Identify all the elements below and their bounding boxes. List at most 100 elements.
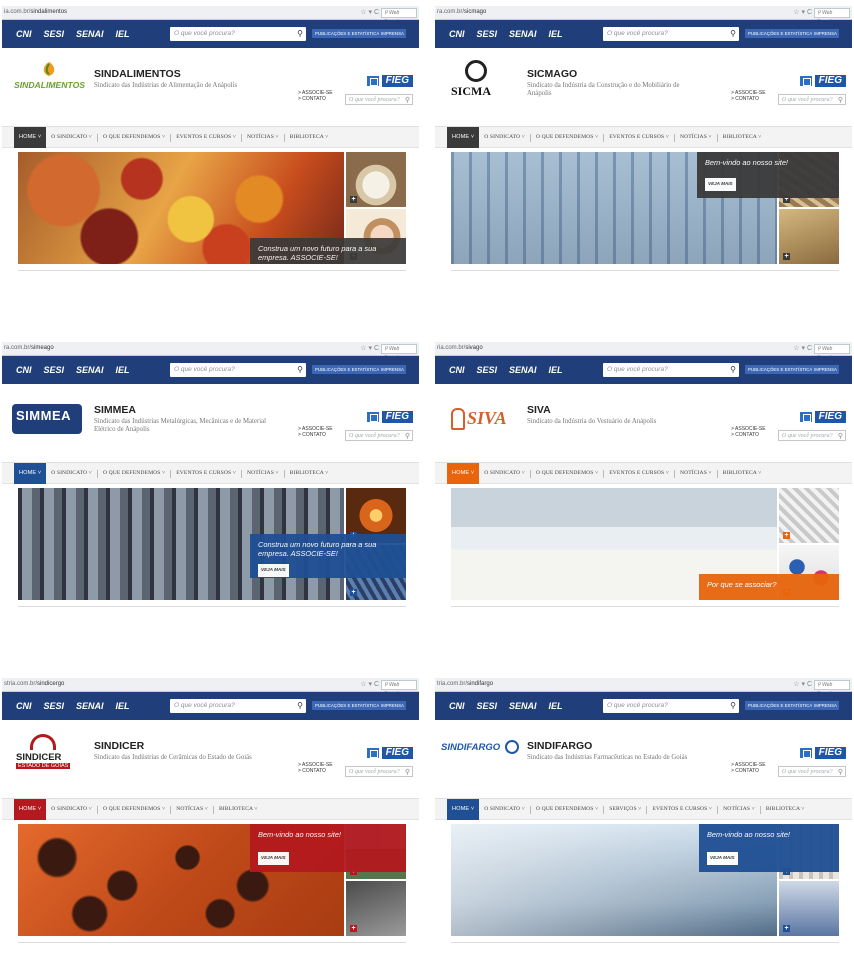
- hero-thumbnail[interactable]: +: [779, 209, 839, 264]
- plus-icon[interactable]: +: [350, 925, 357, 932]
- site-search-input[interactable]: O que você procura? ⚲: [603, 27, 739, 41]
- contato-link[interactable]: > CONTATO: [298, 96, 333, 102]
- fieg-logo[interactable]: FIEG: [799, 411, 846, 423]
- search-icon[interactable]: ⚲: [297, 699, 303, 713]
- more-button[interactable]: VEJA MAIS: [258, 852, 289, 865]
- brand-link-cni[interactable]: CNI: [449, 365, 465, 375]
- contato-link[interactable]: > CONTATO: [731, 432, 766, 438]
- reload-icon[interactable]: ☆ ▾ C: [360, 8, 379, 16]
- hero-slider[interactable]: ++Bem-vindo ao nosso site!VEJA MAIS: [18, 824, 406, 936]
- header-search-input[interactable]: O que você procura? ⚲: [345, 94, 413, 105]
- search-icon[interactable]: ⚲: [297, 27, 303, 41]
- brand-link-sesi[interactable]: SESI: [44, 701, 65, 711]
- site-search-input[interactable]: O que você procura? ⚲: [170, 699, 306, 713]
- brand-link-iel[interactable]: IEL: [116, 701, 130, 711]
- site-search-input[interactable]: O que você procura? ⚲: [603, 363, 739, 377]
- contato-link[interactable]: > CONTATO: [298, 432, 333, 438]
- union-logo[interactable]: SINDALIMENTOS: [8, 60, 88, 100]
- brand-link-senai[interactable]: SENAI: [76, 365, 104, 375]
- fieg-logo[interactable]: FIEG: [366, 747, 413, 759]
- fieg-logo[interactable]: FIEG: [366, 411, 413, 423]
- hero-thumbnail[interactable]: +: [779, 488, 839, 543]
- publications-button[interactable]: PUBLICAÇÕES E ESTATÍSTICAS: [312, 29, 386, 38]
- site-search-input[interactable]: O que você procura? ⚲: [170, 27, 306, 41]
- fieg-logo[interactable]: FIEG: [799, 75, 846, 87]
- nav-item-menu[interactable]: EVENTOS E CURSOS ˅: [171, 463, 241, 484]
- address-bar[interactable]: ra.com.br/simeago: [4, 345, 54, 351]
- press-button[interactable]: IMPRENSA: [812, 365, 839, 374]
- brand-link-sesi[interactable]: SESI: [44, 365, 65, 375]
- search-icon[interactable]: ⚲: [730, 363, 736, 377]
- nav-item-menu[interactable]: BIBLIOTECA ˅: [718, 463, 767, 484]
- press-button[interactable]: IMPRENSA: [379, 365, 406, 374]
- browser-search-field[interactable]: ⚲ Web Search: [814, 344, 850, 361]
- nav-item-menu[interactable]: EVENTOS E CURSOS ˅: [604, 463, 674, 484]
- union-logo[interactable]: ESTADO DE GOIÁS SINDICER: [8, 732, 88, 772]
- nav-item-home[interactable]: HOME ˅: [447, 799, 480, 820]
- brand-link-senai[interactable]: SENAI: [509, 29, 537, 39]
- nav-item-menu[interactable]: SERVIÇOS ˅: [604, 799, 646, 820]
- browser-search-field[interactable]: ⚲ Web Search: [814, 8, 850, 25]
- plus-icon[interactable]: +: [783, 253, 790, 260]
- plus-icon[interactable]: +: [783, 925, 790, 932]
- nav-item-menu[interactable]: EVENTOS E CURSOS ˅: [171, 127, 241, 148]
- publications-button[interactable]: PUBLICAÇÕES E ESTATÍSTICAS: [312, 365, 386, 374]
- address-bar[interactable]: ra.com.br/sicmago: [437, 9, 486, 15]
- brand-link-senai[interactable]: SENAI: [509, 701, 537, 711]
- union-logo[interactable]: SINDIFARGO: [441, 732, 521, 772]
- address-bar[interactable]: stria.com.br/sindicergo: [4, 681, 64, 687]
- hero-slider[interactable]: ++Bem-vindo ao nosso site!VEJA MAIS: [451, 824, 839, 936]
- search-icon[interactable]: ⚲: [730, 699, 736, 713]
- browser-search-field[interactable]: ⚲ Web Search: [381, 344, 417, 361]
- brand-link-cni[interactable]: CNI: [449, 29, 465, 39]
- brand-link-cni[interactable]: CNI: [16, 365, 32, 375]
- more-button[interactable]: VEJA MAIS: [705, 178, 736, 191]
- nav-item-home[interactable]: HOME ˅: [14, 463, 47, 484]
- publications-button[interactable]: PUBLICAÇÕES E ESTATÍSTICAS: [745, 29, 819, 38]
- more-button[interactable]: VEJA MAIS: [707, 852, 738, 865]
- nav-item-menu[interactable]: NOTÍCIAS ˅: [171, 799, 213, 820]
- union-logo[interactable]: SIMMEA: [8, 396, 88, 436]
- brand-link-sesi[interactable]: SESI: [477, 365, 498, 375]
- press-button[interactable]: IMPRENSA: [812, 701, 839, 710]
- browser-search-field[interactable]: ⚲ Web Search: [814, 680, 850, 697]
- site-search-input[interactable]: O que você procura? ⚲: [170, 363, 306, 377]
- brand-link-iel[interactable]: IEL: [549, 29, 563, 39]
- hero-slider[interactable]: ++Construa um novo futuro para a sua emp…: [18, 488, 406, 600]
- hero-thumbnail[interactable]: +: [346, 152, 406, 207]
- publications-button[interactable]: PUBLICAÇÕES E ESTATÍSTICAS: [745, 365, 819, 374]
- brand-link-iel[interactable]: IEL: [116, 29, 130, 39]
- search-icon[interactable]: ⚲: [405, 767, 410, 777]
- reload-icon[interactable]: ☆ ▾ C: [793, 680, 812, 688]
- hero-slider[interactable]: ++Por que se associar?VEJA MAIS: [451, 488, 839, 600]
- search-icon[interactable]: ⚲: [838, 95, 843, 105]
- nav-item-menu[interactable]: BIBLIOTECA ˅: [761, 799, 810, 820]
- brand-link-sesi[interactable]: SESI: [477, 701, 498, 711]
- nav-item-menu[interactable]: NOTÍCIAS ˅: [242, 127, 284, 148]
- nav-item-menu[interactable]: O QUE DEFENDEMOS ˅: [98, 127, 170, 148]
- contato-link[interactable]: > CONTATO: [731, 96, 766, 102]
- brand-link-senai[interactable]: SENAI: [76, 29, 104, 39]
- nav-item-menu[interactable]: O QUE DEFENDEMOS ˅: [98, 799, 170, 820]
- search-icon[interactable]: ⚲: [405, 431, 410, 441]
- site-search-input[interactable]: O que você procura? ⚲: [603, 699, 739, 713]
- plus-icon[interactable]: +: [783, 532, 790, 539]
- nav-item-menu[interactable]: BIBLIOTECA ˅: [718, 127, 767, 148]
- header-search-input[interactable]: O que você procura? ⚲: [778, 430, 846, 441]
- address-bar[interactable]: tria.com.br/sindifargo: [437, 681, 493, 687]
- brand-link-sesi[interactable]: SESI: [477, 29, 498, 39]
- search-icon[interactable]: ⚲: [838, 431, 843, 441]
- nav-item-menu[interactable]: O SINDICATO ˅: [479, 799, 530, 820]
- fieg-logo[interactable]: FIEG: [366, 75, 413, 87]
- header-search-input[interactable]: O que você procura? ⚲: [778, 94, 846, 105]
- contato-link[interactable]: > CONTATO: [298, 768, 333, 774]
- nav-item-menu[interactable]: O SINDICATO ˅: [479, 127, 530, 148]
- plus-icon[interactable]: +: [350, 196, 357, 203]
- search-icon[interactable]: ⚲: [297, 363, 303, 377]
- nav-item-menu[interactable]: BIBLIOTECA ˅: [285, 127, 334, 148]
- press-button[interactable]: IMPRENSA: [812, 29, 839, 38]
- brand-link-senai[interactable]: SENAI: [76, 701, 104, 711]
- fieg-logo[interactable]: FIEG: [799, 747, 846, 759]
- nav-item-menu[interactable]: O QUE DEFENDEMOS ˅: [531, 799, 603, 820]
- hero-thumbnail[interactable]: +: [779, 881, 839, 936]
